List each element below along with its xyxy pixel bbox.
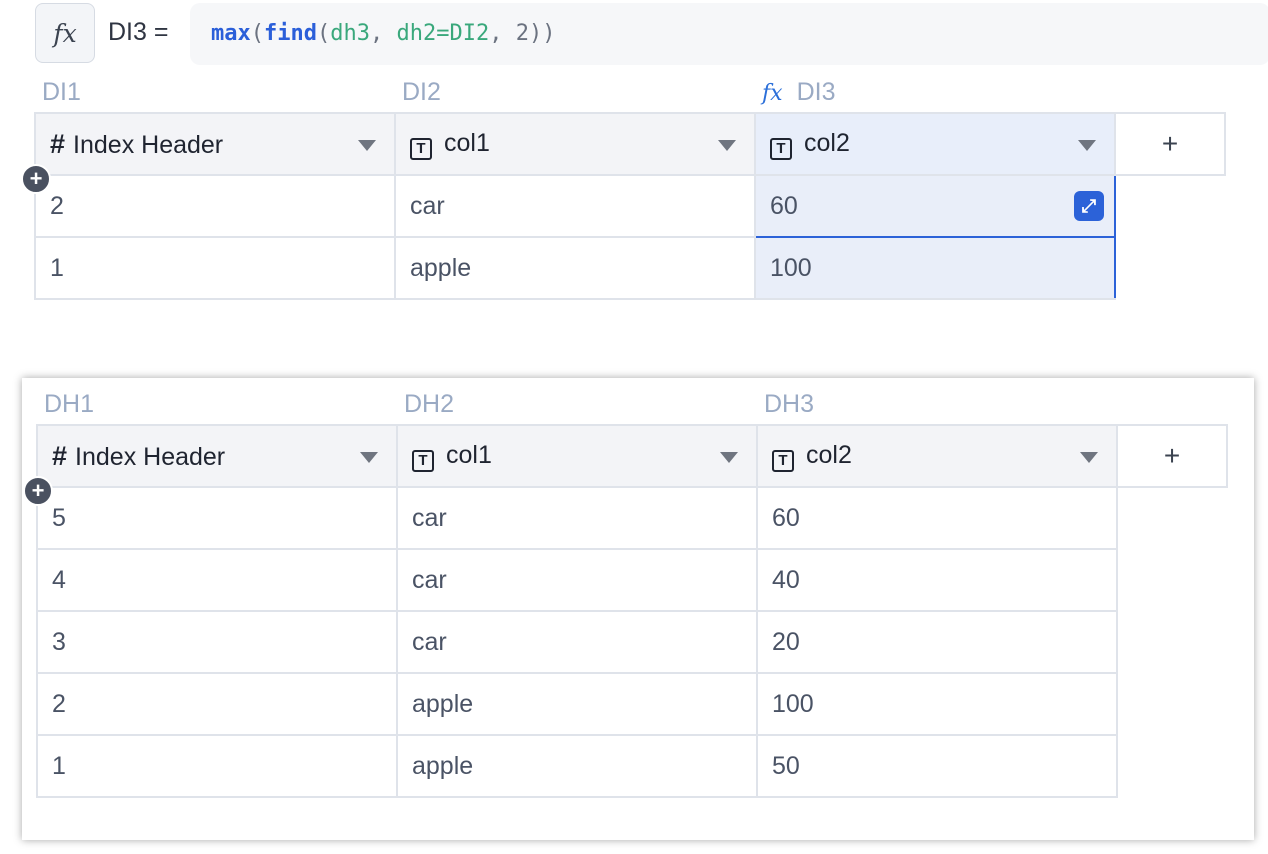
formula-token-paren: ( — [316, 21, 331, 46]
column-header-index[interactable]: # Index Header — [34, 112, 396, 176]
column-header-label: col2 — [806, 440, 852, 469]
table-row: 3 car 20 — [36, 610, 1227, 674]
cell-value: 60 — [770, 191, 798, 220]
column-menu-caret-icon[interactable] — [1080, 452, 1098, 463]
table-cell[interactable]: 60 — [756, 486, 1118, 550]
text-type-icon: T — [770, 137, 792, 160]
table-cell[interactable]: car — [396, 548, 758, 612]
add-row-button[interactable]: + — [21, 164, 51, 194]
column-menu-caret-icon[interactable] — [718, 140, 736, 151]
formula-token-argument: dh2=DI2 — [396, 21, 490, 46]
table-cell-selected[interactable]: 60 ⤢ — [754, 174, 1116, 238]
table-cell[interactable]: 5 — [36, 486, 398, 550]
column-id-label: DH3 — [764, 390, 815, 418]
text-type-icon: T — [772, 449, 794, 472]
table-cell[interactable]: 2 — [34, 174, 396, 238]
header-row: # Index Header Tcol1 Tcol2 + — [34, 112, 1226, 176]
table-cell[interactable]: 4 — [36, 548, 398, 612]
formula-cell-reference: DI3 = — [108, 18, 169, 46]
formula-token-paren: )) — [528, 21, 556, 46]
add-column-button[interactable]: + — [1116, 424, 1228, 488]
column-id-label: DH2 — [404, 390, 455, 418]
formula-token-comma: , — [369, 21, 397, 46]
empty-cell — [1115, 237, 1225, 299]
formula-token-number: 2 — [515, 21, 529, 46]
column-header-col1[interactable]: Tcol1 — [396, 424, 758, 488]
header-row: # Index Header Tcol1 Tcol2 + — [36, 424, 1228, 488]
data-table-bottom: # Index Header Tcol1 Tcol2 + 5 car 60 4 c… — [36, 424, 1228, 798]
column-header-label: col2 — [804, 128, 850, 157]
column-id-text: DI3 — [796, 78, 836, 106]
column-header-label: Index Header — [75, 442, 226, 471]
table-cell[interactable]: car — [394, 174, 756, 238]
add-row-button[interactable]: + — [23, 476, 53, 506]
number-type-icon: # — [52, 440, 68, 471]
empty-cell — [1117, 735, 1227, 797]
column-header-col2[interactable]: Tcol2 — [756, 424, 1118, 488]
empty-cell — [1117, 487, 1227, 549]
column-header-label: Index Header — [73, 130, 224, 159]
formula-token-function: find — [264, 21, 317, 46]
text-type-icon: T — [410, 137, 432, 160]
column-header-label: col1 — [446, 440, 492, 469]
table-cell[interactable]: 3 — [36, 610, 398, 674]
table-cell[interactable]: apple — [396, 672, 758, 736]
column-menu-caret-icon[interactable] — [360, 452, 378, 463]
column-id-label: DI2 — [402, 78, 441, 106]
table-cell[interactable]: car — [396, 610, 758, 674]
table-cell[interactable]: 100 — [756, 672, 1118, 736]
column-id-label-formula: fx DI3 — [762, 78, 835, 107]
table-cell[interactable]: car — [396, 486, 758, 550]
column-id-label: DH1 — [44, 390, 95, 418]
table-row: 2 car 60 ⤢ — [34, 174, 1225, 238]
table-cell[interactable]: 1 — [34, 236, 396, 300]
data-table-top: # Index Header Tcol1 Tcol2 + 2 car 60 ⤢ 1 … — [34, 112, 1226, 300]
empty-cell — [1117, 673, 1227, 735]
formula-token-function: max — [211, 21, 251, 46]
empty-cell — [1117, 611, 1227, 673]
empty-cell — [1117, 549, 1227, 611]
text-type-icon: T — [412, 449, 434, 472]
expand-cell-icon[interactable]: ⤢ — [1074, 191, 1104, 221]
table-cell[interactable]: apple — [394, 236, 756, 300]
empty-cell — [1115, 175, 1225, 237]
table-row: 4 car 40 — [36, 548, 1227, 612]
formula-input[interactable]: max(find(dh3, dh2=DI2, 2)) — [190, 3, 1268, 65]
table-row: 1 apple 50 — [36, 734, 1227, 798]
formula-fx-button[interactable]: fx — [35, 3, 95, 63]
table-cell[interactable]: 2 — [36, 672, 398, 736]
table-cell[interactable]: 1 — [36, 734, 398, 798]
column-menu-caret-icon[interactable] — [358, 140, 376, 151]
table-row: 1 apple 100 — [34, 236, 1225, 300]
column-menu-caret-icon[interactable] — [1078, 140, 1096, 151]
table-cell[interactable]: 40 — [756, 548, 1118, 612]
table-row: 5 car 60 — [36, 486, 1227, 550]
table-cell[interactable]: apple — [396, 734, 758, 798]
column-header-label: col1 — [444, 128, 490, 157]
formula-column-icon: fx — [762, 81, 783, 106]
formula-token-paren: ( — [250, 21, 264, 46]
column-header-col2[interactable]: Tcol2 — [754, 112, 1116, 176]
formula-token-comma: , — [489, 21, 516, 46]
column-header-col1[interactable]: Tcol1 — [394, 112, 756, 176]
table-cell[interactable]: 50 — [756, 734, 1118, 798]
column-id-label: DI1 — [42, 78, 81, 106]
add-column-button[interactable]: + — [1114, 112, 1226, 176]
column-menu-caret-icon[interactable] — [720, 452, 738, 463]
table-cell-column-selected[interactable]: 100 — [754, 236, 1116, 300]
table-row: 2 apple 100 — [36, 672, 1227, 736]
table-cell[interactable]: 20 — [756, 610, 1118, 674]
formula-token-argument: dh3 — [330, 21, 370, 46]
column-header-index[interactable]: # Index Header — [36, 424, 398, 488]
number-type-icon: # — [50, 128, 66, 159]
